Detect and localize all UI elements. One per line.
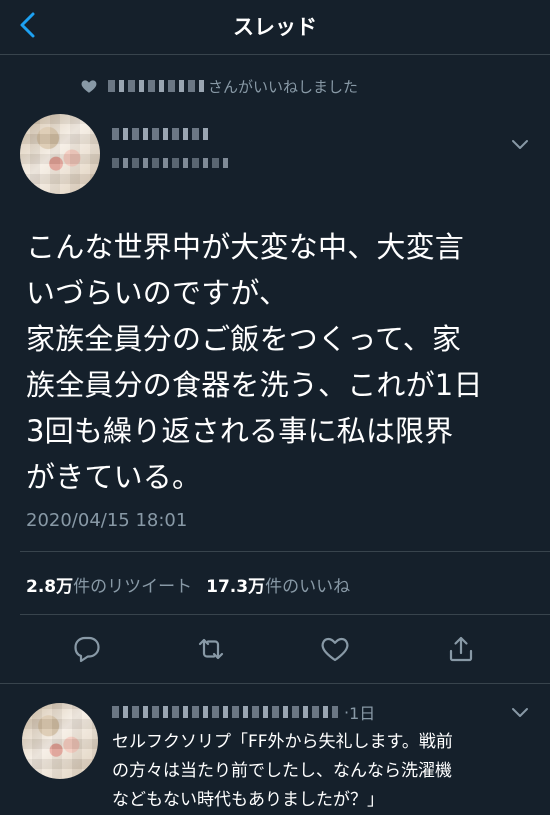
share-icon[interactable] (446, 634, 476, 664)
reply-text: セルフクソリプ「FF外から失礼します。戦前 の方々は当たり前でしたし、なんなら洗… (112, 732, 453, 810)
navigation-bar: スレッド (0, 0, 550, 55)
tweet-text: こんな世界中が大変な中、大変言 いづらいのですが、 家族全員分のご飯をつくって、… (26, 230, 483, 494)
tweet-stats: 2.8万件のリツイート 17.3万件のいいね (26, 572, 350, 597)
tweet-actions (0, 630, 550, 670)
social-context-label: さんがいいねしました (208, 77, 359, 96)
heart-icon (81, 80, 97, 93)
redacted-handle (112, 158, 228, 168)
avatar[interactable] (20, 114, 100, 194)
like-count[interactable]: 17.3万 (206, 577, 265, 597)
page-title: スレッド (233, 15, 317, 39)
chevron-down-icon[interactable] (510, 702, 530, 722)
like-icon[interactable] (320, 634, 350, 664)
social-context: さんがいいねしました (80, 75, 358, 97)
reply-time: 1日 (349, 704, 376, 723)
tweet-timestamp: 2020/04/15 18:01 (26, 510, 188, 531)
redacted-username (108, 80, 204, 92)
divider (20, 551, 550, 552)
reply-header: · 1日 (112, 700, 375, 724)
redacted-display-name[interactable] (112, 128, 212, 140)
retweet-icon[interactable] (196, 634, 226, 664)
like-count-label[interactable]: 件のいいね (265, 577, 350, 597)
redacted-reply-author[interactable] (112, 706, 338, 718)
retweet-count[interactable]: 2.8万 (26, 577, 73, 597)
retweet-count-label[interactable]: 件のリツイート (73, 577, 192, 597)
divider (20, 614, 550, 615)
reply-icon[interactable] (72, 634, 102, 664)
avatar[interactable] (22, 703, 98, 779)
chevron-down-icon[interactable] (510, 134, 530, 154)
divider (0, 683, 550, 684)
